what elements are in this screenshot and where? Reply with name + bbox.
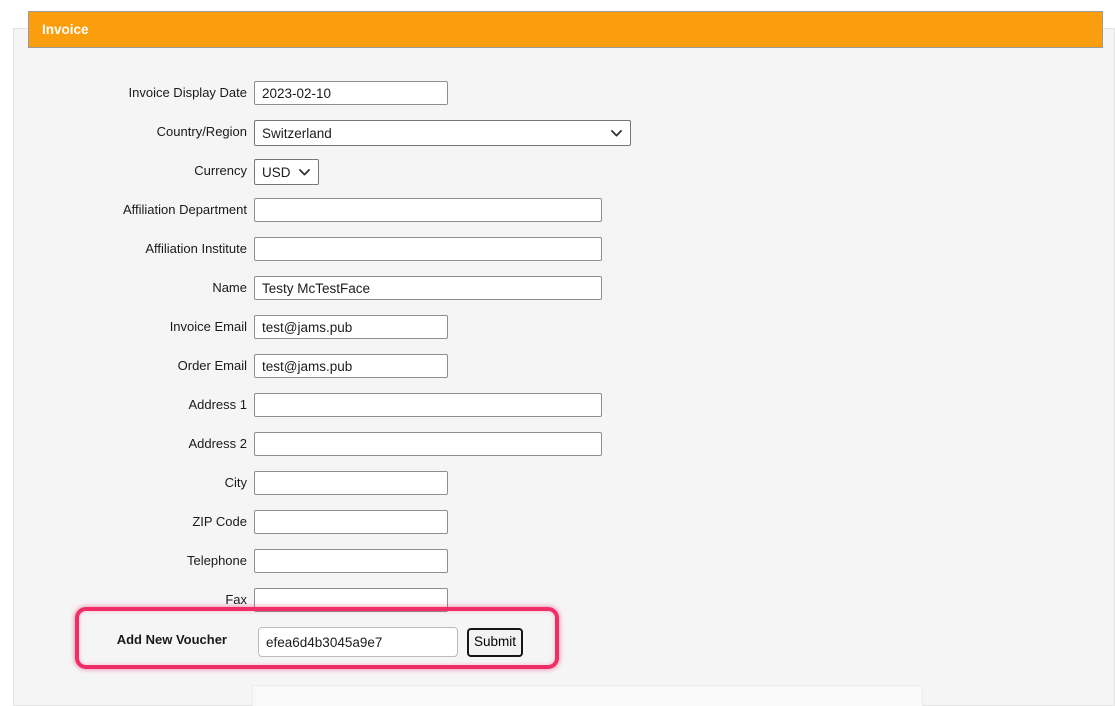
zip-code-input[interactable] (254, 510, 448, 534)
invoice-section-header: Invoice (28, 11, 1103, 48)
field-label-address-1: Address 1 (14, 393, 254, 417)
city-input[interactable] (254, 471, 448, 495)
name-input[interactable] (254, 276, 602, 300)
chevron-down-icon (611, 130, 622, 137)
field-label-order-email: Order Email (14, 354, 254, 378)
field-label-city: City (14, 471, 254, 495)
field-label-zip-code: ZIP Code (14, 510, 254, 534)
field-label-affiliation-department: Affiliation Department (14, 198, 254, 222)
field-label-telephone: Telephone (14, 549, 254, 573)
form-row-fax: Fax (14, 588, 1114, 612)
invoice-page: Invoice Invoice Display Date Country/Regi… (0, 0, 1115, 706)
form-row-order-email: Order Email (14, 354, 1114, 378)
address-1-input[interactable] (254, 393, 602, 417)
form-row-city: City (14, 471, 1114, 495)
form-row-address-1: Address 1 (14, 393, 1114, 417)
select-value: USD (262, 165, 291, 180)
field-label-invoice-display-date: Invoice Display Date (14, 81, 254, 105)
invoice-form-panel: Invoice Display Date Country/Region Switze… (13, 28, 1115, 706)
form-row-country-region: Country/Region Switzerland (14, 120, 1114, 144)
next-section-panel (252, 685, 923, 706)
form-row-currency: Currency USD (14, 159, 1114, 183)
field-label-affiliation-institute: Affiliation Institute (14, 237, 254, 261)
invoice-form-fields: Invoice Display Date Country/Region Switze… (14, 29, 1114, 612)
field-label-country-region: Country/Region (14, 120, 254, 144)
page-title: Invoice (42, 22, 89, 37)
address-2-input[interactable] (254, 432, 602, 456)
field-label-address-2: Address 2 (14, 432, 254, 456)
affiliation-department-input[interactable] (254, 198, 602, 222)
form-row-zip-code: ZIP Code (14, 510, 1114, 534)
invoice-display-date-input[interactable] (254, 81, 448, 105)
voucher-code-input[interactable] (258, 627, 458, 657)
telephone-input[interactable] (254, 549, 448, 573)
order-email-input[interactable] (254, 354, 448, 378)
add-voucher-label: Add New Voucher (14, 627, 254, 653)
currency-select[interactable]: USD (254, 159, 319, 185)
field-label-name: Name (14, 276, 254, 300)
form-row-address-2: Address 2 (14, 432, 1114, 456)
form-row-name: Name (14, 276, 1114, 300)
field-label-invoice-email: Invoice Email (14, 315, 254, 339)
field-label-fax: Fax (14, 588, 254, 612)
voucher-submit-button[interactable]: Submit (467, 628, 523, 657)
invoice-email-input[interactable] (254, 315, 448, 339)
form-row-invoice-display-date: Invoice Display Date (14, 81, 1114, 105)
fax-input[interactable] (254, 588, 448, 612)
chevron-down-icon (299, 169, 310, 176)
add-voucher-row: Add New Voucher Submit (14, 627, 1114, 657)
form-row-affiliation-department: Affiliation Department (14, 198, 1114, 222)
field-label-currency: Currency (14, 159, 254, 183)
select-value: Switzerland (262, 126, 332, 141)
country-region-select[interactable]: Switzerland (254, 120, 631, 146)
form-row-telephone: Telephone (14, 549, 1114, 573)
affiliation-institute-input[interactable] (254, 237, 602, 261)
form-row-affiliation-institute: Affiliation Institute (14, 237, 1114, 261)
form-row-invoice-email: Invoice Email (14, 315, 1114, 339)
